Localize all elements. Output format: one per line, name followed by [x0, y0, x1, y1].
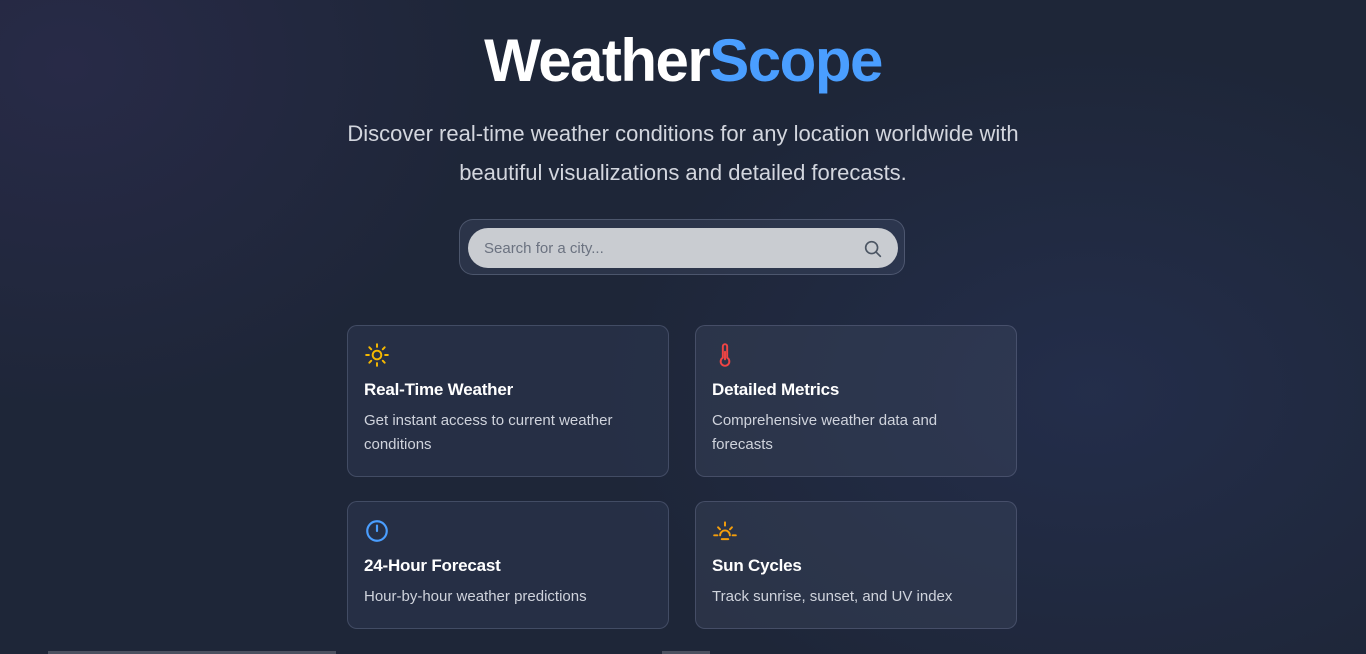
- feature-title: 24-Hour Forecast: [364, 556, 501, 575]
- feature-title: Detailed Metrics: [712, 380, 840, 399]
- feature-card-forecast: 24-Hour Forecast Hour-by-hour weather pr…: [347, 501, 669, 629]
- feature-description: Get instant access to current weather co…: [364, 412, 613, 453]
- feature-card-sun: Sun Cycles Track sunrise, sunset, and UV…: [695, 501, 1017, 629]
- app-title-part1: Weather: [484, 27, 711, 94]
- feature-card-metrics: Detailed Metrics Comprehensive weather d…: [695, 325, 1017, 477]
- feature-description: Comprehensive weather data and forecasts: [712, 412, 938, 453]
- sun-icon: [365, 343, 389, 367]
- feature-title: Sun Cycles: [712, 556, 802, 575]
- app-subtitle: Discover real-time weather conditions fo…: [347, 121, 1019, 185]
- search-icon[interactable]: [862, 238, 884, 260]
- feature-description: Track sunrise, sunset, and UV index: [712, 588, 953, 605]
- app-title: WeatherScope: [0, 24, 1366, 98]
- feature-description: Hour-by-hour weather predictions: [364, 588, 587, 605]
- clock-icon: [366, 520, 388, 542]
- search-container: [459, 219, 905, 275]
- hero-section: WeatherScope Discover real-time weather …: [0, 24, 1366, 192]
- app-title-part2: Scope: [709, 27, 883, 94]
- sunrise-icon: [713, 521, 737, 541]
- thermometer-icon: [719, 343, 731, 367]
- feature-card-realtime: Real-Time Weather Get instant access to …: [347, 325, 669, 477]
- feature-title: Real-Time Weather: [364, 380, 514, 399]
- search-input[interactable]: [468, 228, 898, 268]
